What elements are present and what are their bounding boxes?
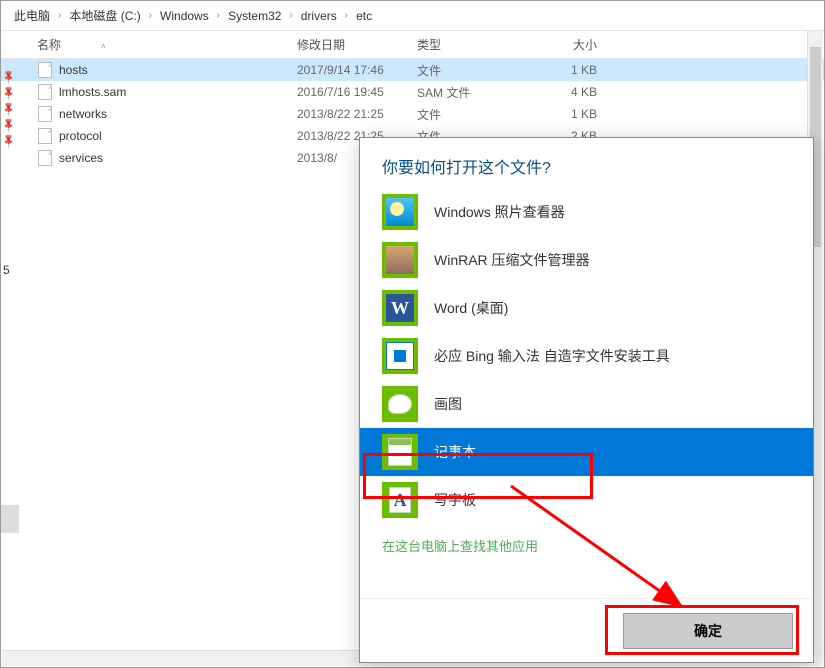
breadcrumb-seg[interactable]: etc (353, 9, 375, 23)
file-icon (37, 62, 53, 78)
paint-icon (382, 386, 418, 422)
file-type: 文件 (417, 62, 537, 79)
breadcrumb-seg[interactable]: Windows (157, 9, 212, 23)
ok-button[interactable]: 确定 (623, 613, 793, 649)
app-item-wordpad[interactable]: A 写字板 (360, 476, 813, 524)
file-icon (37, 106, 53, 122)
file-name: networks (59, 107, 297, 121)
app-item-notepad[interactable]: 记事本 (360, 428, 813, 476)
app-list: Windows 照片查看器 WinRAR 压缩文件管理器 W Word (桌面)… (360, 188, 813, 524)
pin-icon: 📌 (1, 119, 15, 133)
file-icon (37, 150, 53, 166)
file-name: lmhosts.sam (59, 85, 297, 99)
bing-icon (382, 338, 418, 374)
breadcrumb[interactable]: 此电脑› 本地磁盘 (C:)› Windows› System32› drive… (1, 1, 824, 31)
app-item-word[interactable]: W Word (桌面) (360, 284, 813, 332)
breadcrumb-seg[interactable]: 本地磁盘 (C:) (66, 7, 143, 24)
file-icon (37, 84, 53, 100)
file-type: 文件 (417, 106, 537, 123)
pin-icon: 📌 (1, 135, 15, 149)
app-label: WinRAR 压缩文件管理器 (434, 250, 590, 270)
app-label: 写字板 (434, 490, 476, 510)
file-row[interactable]: hosts 2017/9/14 17:46 文件 1 KB (1, 59, 824, 81)
file-size: 4 KB (537, 85, 617, 99)
pin-icon: 📌 (1, 87, 15, 101)
breadcrumb-seg[interactable]: drivers (298, 9, 340, 23)
pin-icon: 📌 (1, 103, 15, 117)
breadcrumb-seg[interactable]: System32 (225, 9, 284, 23)
app-item-winrar[interactable]: WinRAR 压缩文件管理器 (360, 236, 813, 284)
photo-viewer-icon (382, 194, 418, 230)
file-size: 1 KB (537, 63, 617, 77)
pin-icon: 📌 (1, 71, 15, 85)
file-date: 2013/8/22 21:25 (297, 107, 417, 121)
col-name-header[interactable]: 名称˄ (37, 36, 297, 53)
column-headers[interactable]: 名称˄ 修改日期 类型 大小 (1, 31, 824, 59)
wordpad-icon: A (382, 482, 418, 518)
word-icon: W (382, 290, 418, 326)
more-apps-link[interactable]: 在这台电脑上查找其他应用 (360, 524, 813, 567)
chevron-right-icon: › (55, 10, 64, 21)
chevron-right-icon: › (214, 10, 223, 21)
dialog-footer: 确定 (360, 598, 813, 662)
pin-strip: 📌 📌 📌 📌 📌 (1, 67, 15, 153)
app-label: 画图 (434, 394, 462, 414)
dialog-title: 你要如何打开这个文件? (360, 138, 813, 188)
file-name: protocol (59, 129, 297, 143)
app-item-photo-viewer[interactable]: Windows 照片查看器 (360, 188, 813, 236)
side-tab (1, 505, 19, 533)
breadcrumb-seg[interactable]: 此电脑 (11, 7, 53, 24)
col-size-header[interactable]: 大小 (537, 36, 617, 53)
file-name: services (59, 151, 297, 165)
open-with-dialog: 你要如何打开这个文件? Windows 照片查看器 WinRAR 压缩文件管理器… (359, 137, 814, 663)
app-item-paint[interactable]: 画图 (360, 380, 813, 428)
file-name: hosts (59, 63, 297, 77)
app-label: Windows 照片查看器 (434, 202, 565, 222)
app-item-bing[interactable]: 必应 Bing 输入法 自造字文件安装工具 (360, 332, 813, 380)
chevron-right-icon: › (342, 10, 351, 21)
app-label: Word (桌面) (434, 298, 508, 318)
sort-asc-icon: ˄ (101, 42, 106, 51)
file-row[interactable]: networks 2013/8/22 21:25 文件 1 KB (1, 103, 824, 125)
file-size: 1 KB (537, 107, 617, 121)
file-type: SAM 文件 (417, 84, 537, 101)
file-icon (37, 128, 53, 144)
winrar-icon (382, 242, 418, 278)
file-date: 2017/9/14 17:46 (297, 63, 417, 77)
file-date: 2016/7/16 19:45 (297, 85, 417, 99)
notepad-icon (382, 434, 418, 470)
col-type-header[interactable]: 类型 (417, 36, 537, 53)
app-label: 记事本 (434, 442, 476, 462)
app-label: 必应 Bing 输入法 自造字文件安装工具 (434, 346, 670, 366)
file-row[interactable]: lmhosts.sam 2016/7/16 19:45 SAM 文件 4 KB (1, 81, 824, 103)
chevron-right-icon: › (286, 10, 295, 21)
side-count: 5 (3, 263, 10, 277)
chevron-right-icon: › (146, 10, 155, 21)
col-date-header[interactable]: 修改日期 (297, 36, 417, 53)
